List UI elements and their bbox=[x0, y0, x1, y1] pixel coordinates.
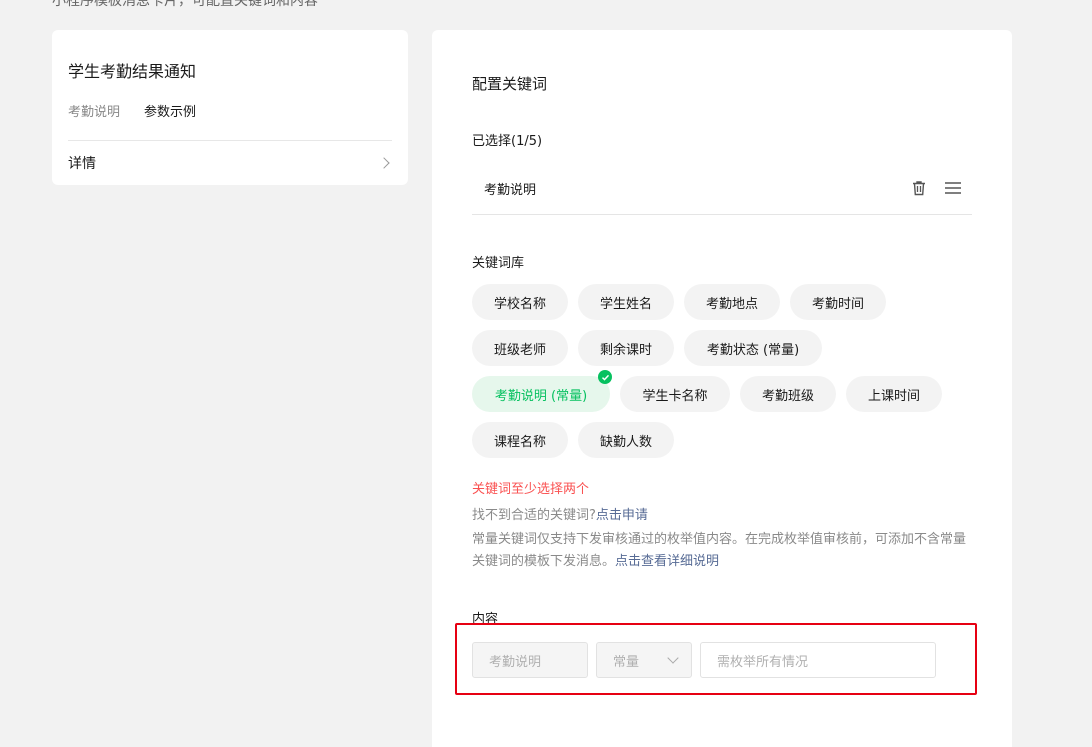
selected-keyword-label: 考勤说明 bbox=[484, 182, 537, 198]
detail-link[interactable]: 详情 bbox=[68, 153, 392, 173]
content-config-row: 考勤说明 常量 需枚举所有情况 bbox=[472, 642, 936, 678]
keyword-chip[interactable]: 上课时间 bbox=[846, 376, 942, 412]
content-keyword-field: 考勤说明 bbox=[472, 642, 588, 678]
detail-doc-link[interactable]: 点击查看详细说明 bbox=[615, 554, 719, 569]
tab-param-example[interactable]: 参数示例 bbox=[144, 101, 196, 120]
template-tabs: 考勤说明 参数示例 bbox=[68, 101, 196, 120]
keyword-chip[interactable]: 考勤状态 (常量) bbox=[684, 330, 822, 366]
apply-link[interactable]: 点击申请 bbox=[596, 508, 648, 523]
template-info-card: 学生考勤结果通知 考勤说明 参数示例 详情 bbox=[52, 30, 408, 185]
divider bbox=[68, 140, 392, 141]
keyword-chip[interactable]: 学生卡名称 bbox=[620, 376, 730, 412]
keyword-chip[interactable]: 班级老师 bbox=[472, 330, 568, 366]
top-cut-text: 小程序模板消息卡片，可配置关键词和内容 bbox=[52, 0, 318, 9]
keyword-chip[interactable]: 考勤班级 bbox=[740, 376, 836, 412]
content-type-select[interactable]: 常量 bbox=[596, 642, 692, 678]
selected-count-label: 已选择(1/5) bbox=[472, 134, 543, 149]
drag-handle-icon[interactable] bbox=[944, 181, 962, 195]
keyword-chip-label: 考勤说明 (常量) bbox=[494, 388, 588, 404]
enum-values-input[interactable]: 需枚举所有情况 bbox=[700, 642, 936, 678]
keyword-chip[interactable]: 考勤时间 bbox=[790, 284, 886, 320]
config-title: 配置关键词 bbox=[472, 75, 548, 93]
keyword-row: 班级老师 剩余课时 考勤状态 (常量) bbox=[472, 330, 992, 366]
content-type-value: 常量 bbox=[613, 654, 640, 670]
keyword-chip[interactable]: 学校名称 bbox=[472, 284, 568, 320]
template-title: 学生考勤结果通知 bbox=[68, 62, 197, 81]
keyword-chip-selected[interactable]: 考勤说明 (常量) bbox=[472, 370, 612, 412]
keyword-chip[interactable]: 学生姓名 bbox=[578, 284, 674, 320]
keyword-chip[interactable]: 考勤地点 bbox=[684, 284, 780, 320]
keyword-chip[interactable]: 课程名称 bbox=[472, 422, 568, 458]
keyword-chip[interactable]: 剩余课时 bbox=[578, 330, 674, 366]
keyword-row: 课程名称 缺勤人数 bbox=[472, 422, 992, 458]
chevron-down-icon bbox=[667, 652, 679, 664]
constant-note: 常量关键词仅支持下发审核通过的枚举值内容。在完成枚举值审核前，可添加不含常量关键… bbox=[472, 529, 972, 573]
keyword-row: 考勤说明 (常量) 学生卡名称 考勤班级 上课时间 bbox=[472, 370, 992, 412]
keyword-library: 学校名称 学生姓名 考勤地点 考勤时间 班级老师 剩余课时 考勤状态 (常量) … bbox=[472, 284, 992, 468]
selected-keyword-row: 考勤说明 bbox=[472, 170, 972, 215]
not-found-text: 找不到合适的关键词? bbox=[472, 508, 596, 523]
detail-label: 详情 bbox=[68, 156, 96, 172]
keyword-config-card: 配置关键词 已选择(1/5) 考勤说明 关键词库 学校名称 学生姓名 考勤地点 … bbox=[432, 30, 1012, 747]
check-icon bbox=[598, 370, 612, 384]
keyword-chip[interactable]: 缺勤人数 bbox=[578, 422, 674, 458]
trash-icon[interactable] bbox=[910, 179, 928, 197]
content-label: 内容 bbox=[472, 612, 499, 627]
keyword-row: 学校名称 学生姓名 考勤地点 考勤时间 bbox=[472, 284, 992, 320]
keyword-library-label: 关键词库 bbox=[472, 256, 525, 271]
min-keyword-error: 关键词至少选择两个 bbox=[472, 482, 590, 497]
tab-attendance-desc[interactable]: 考勤说明 bbox=[68, 101, 120, 120]
chevron-right-icon bbox=[378, 157, 390, 169]
not-found-hint: 找不到合适的关键词?点击申请 bbox=[472, 504, 648, 523]
